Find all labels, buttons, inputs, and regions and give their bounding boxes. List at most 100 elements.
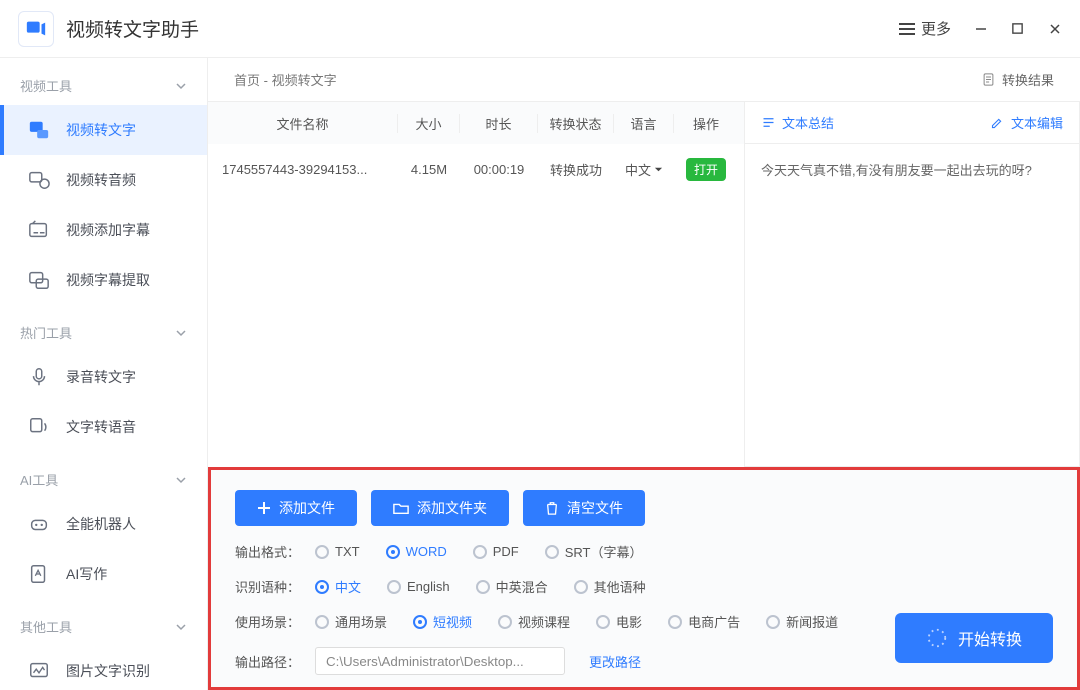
btn-label: 添加文件 [279, 498, 335, 518]
radio-scene-course[interactable]: 视频课程 [498, 612, 570, 631]
radio-scene-general[interactable]: 通用场景 [315, 612, 387, 631]
sidebar-group-video[interactable]: 视频工具 [0, 58, 207, 105]
app-title: 视频转文字助手 [66, 15, 899, 42]
sidebar-group-ai[interactable]: AI工具 [0, 452, 207, 499]
video-audio-icon [28, 169, 50, 191]
sidebar-item-ai-writing[interactable]: AI写作 [0, 549, 207, 599]
sidebar-item-label: 文字转语音 [66, 417, 136, 437]
radio-pdf[interactable]: PDF [473, 544, 519, 559]
sidebar-item-label: AI写作 [66, 564, 107, 584]
col-name: 文件名称 [208, 114, 398, 133]
edit-label: 文本编辑 [1011, 113, 1063, 132]
col-lang: 语言 [614, 114, 674, 133]
plus-icon [257, 501, 271, 515]
sidebar-item-video-add-sub[interactable]: 视频添加字幕 [0, 205, 207, 255]
crumb-sep: - [260, 73, 272, 88]
cell-op: 打开 [674, 158, 738, 181]
video-text-icon [28, 119, 50, 141]
doc-icon [981, 72, 996, 87]
convert-icon [926, 627, 948, 649]
col-duration: 时长 [460, 114, 538, 133]
group-title: 热门工具 [20, 323, 72, 342]
btn-label: 清空文件 [567, 498, 623, 518]
clear-button[interactable]: 清空文件 [523, 490, 645, 526]
sidebar-item-label: 视频字幕提取 [66, 270, 150, 290]
maximize-button[interactable] [1010, 21, 1025, 36]
cell-status: 转换成功 [538, 160, 614, 179]
btn-label: 开始转换 [958, 626, 1022, 650]
result-link[interactable]: 转换结果 [981, 70, 1054, 89]
sidebar-item-video-to-audio[interactable]: 视频转音频 [0, 155, 207, 205]
text-summary-link[interactable]: 文本总结 [761, 113, 834, 132]
sidebar-item-ai-robot[interactable]: 全能机器人 [0, 499, 207, 549]
chevron-down-icon [175, 621, 187, 633]
result-label: 转换结果 [1002, 70, 1054, 89]
minimize-button[interactable] [973, 21, 988, 36]
sidebar-item-video-to-text[interactable]: 视频转文字 [0, 105, 207, 155]
file-table: 文件名称 大小 时长 转换状态 语言 操作 1745557443-3929415… [208, 102, 744, 467]
sidebar-item-audio-to-text[interactable]: 录音转文字 [0, 352, 207, 402]
title-bar: 视频转文字助手 更多 [0, 0, 1080, 58]
text-edit-link[interactable]: 文本编辑 [990, 113, 1063, 132]
row-label: 使用场景： [235, 612, 303, 631]
subtitle-add-icon [28, 219, 50, 241]
mic-icon [28, 366, 50, 388]
sidebar-item-video-extract-sub[interactable]: 视频字幕提取 [0, 255, 207, 305]
close-button[interactable] [1047, 21, 1062, 36]
row-label: 识别语种： [235, 577, 303, 596]
sidebar-item-label: 视频转文字 [66, 120, 136, 140]
row-label: 输出路径： [235, 652, 303, 671]
radio-en[interactable]: English [387, 579, 450, 594]
radio-scene-short[interactable]: 短视频 [413, 612, 472, 631]
robot-icon [28, 513, 50, 535]
trash-icon [545, 501, 559, 515]
table-row[interactable]: 1745557443-39294153... 4.15M 00:00:19 转换… [208, 144, 744, 194]
sidebar: 视频工具 视频转文字 视频转音频 视频添加字幕 视频字幕提取 热门工具 录音转文… [0, 58, 208, 690]
radio-other[interactable]: 其他语种 [574, 577, 646, 596]
col-op: 操作 [674, 114, 738, 133]
group-title: 其他工具 [20, 617, 72, 636]
sidebar-item-label: 全能机器人 [66, 514, 136, 534]
group-title: 视频工具 [20, 76, 72, 95]
conversion-options: 添加文件 添加文件夹 清空文件 输出格式： TXT WORD PDF SRT（字… [208, 467, 1080, 690]
folder-icon [393, 501, 409, 515]
radio-word[interactable]: WORD [386, 544, 447, 559]
radio-scene-movie[interactable]: 电影 [596, 612, 642, 631]
sidebar-group-hot[interactable]: 热门工具 [0, 305, 207, 352]
start-convert-button[interactable]: 开始转换 [895, 613, 1053, 663]
open-button[interactable]: 打开 [686, 158, 726, 181]
sidebar-group-other[interactable]: 其他工具 [0, 599, 207, 646]
crumb-home[interactable]: 首页 [234, 73, 260, 88]
output-path-input[interactable] [315, 647, 565, 675]
subtitle-extract-icon [28, 269, 50, 291]
group-title: AI工具 [20, 470, 58, 489]
chevron-down-icon [175, 474, 187, 486]
crumb-current: 视频转文字 [272, 73, 337, 88]
radio-srt[interactable]: SRT（字幕） [545, 542, 643, 561]
lang-row: 识别语种： 中文 English 中英混合 其他语种 [235, 577, 1053, 596]
cell-size: 4.15M [398, 162, 460, 177]
radio-zh[interactable]: 中文 [315, 577, 361, 596]
chevron-down-icon [175, 327, 187, 339]
change-path-link[interactable]: 更改路径 [589, 652, 641, 671]
radio-scene-ecom[interactable]: 电商广告 [668, 612, 740, 631]
tts-icon [28, 416, 50, 438]
radio-txt[interactable]: TXT [315, 544, 360, 559]
more-label: 更多 [921, 18, 951, 39]
radio-scene-news[interactable]: 新闻报道 [766, 612, 838, 631]
add-folder-button[interactable]: 添加文件夹 [371, 490, 509, 526]
image-text-icon [28, 660, 50, 682]
transcript-text: 今天天气真不错,有没有朋友要一起出去玩的呀? [745, 144, 1079, 198]
sidebar-item-label: 视频添加字幕 [66, 220, 150, 240]
cell-lang[interactable]: 中文 [614, 160, 674, 179]
more-button[interactable]: 更多 [899, 18, 951, 39]
chevron-down-icon [175, 80, 187, 92]
sidebar-item-text-to-speech[interactable]: 文字转语音 [0, 402, 207, 452]
list-icon [761, 115, 776, 130]
table-header: 文件名称 大小 时长 转换状态 语言 操作 [208, 102, 744, 144]
app-logo [18, 11, 54, 47]
add-file-button[interactable]: 添加文件 [235, 490, 357, 526]
cell-name: 1745557443-39294153... [208, 162, 398, 177]
sidebar-item-ocr[interactable]: 图片文字识别 [0, 646, 207, 690]
radio-mix[interactable]: 中英混合 [476, 577, 548, 596]
